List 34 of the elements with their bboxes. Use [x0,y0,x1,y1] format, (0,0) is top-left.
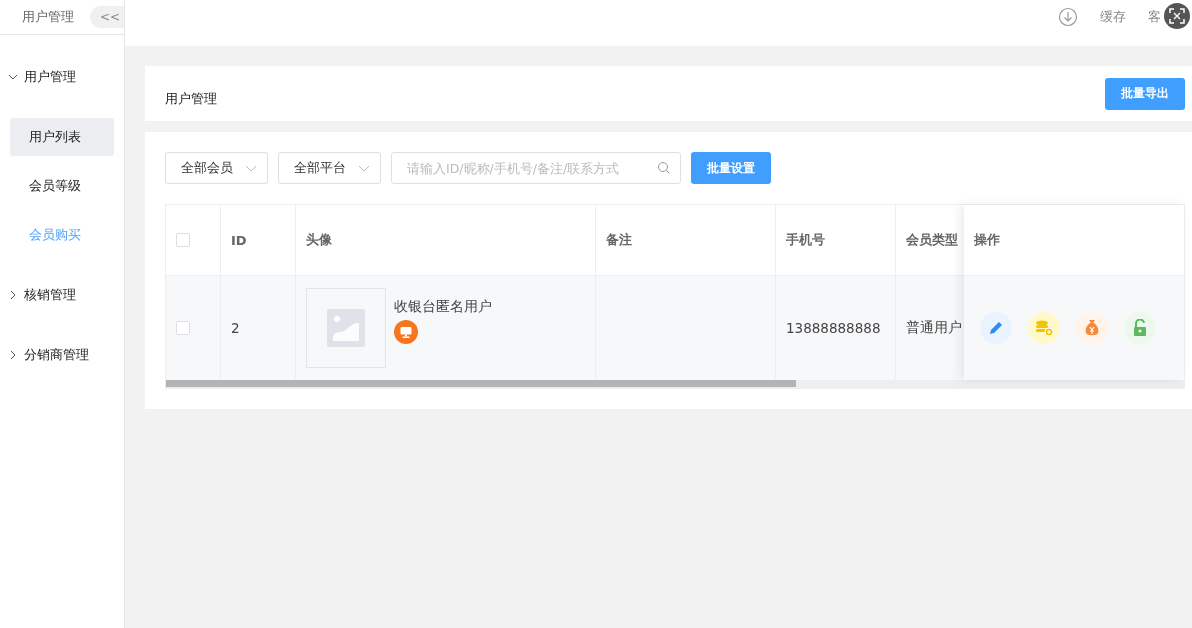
member-select[interactable]: 全部会员 [165,152,268,184]
search-icon [657,161,671,175]
platform-select[interactable]: 全部平台 [278,152,381,184]
chevron-right-icon [8,290,18,300]
unlock-icon [1131,319,1149,337]
image-icon [327,309,365,347]
select-all-checkbox[interactable] [176,233,190,247]
unlock-action-button[interactable] [1124,312,1156,344]
menu-item[interactable]: 会员等级 [10,167,114,205]
moneybag-action-button[interactable] [1076,312,1108,344]
table-cell: 2 [221,276,296,380]
top-link[interactable]: 缓存 [1100,8,1126,26]
table-cell: 13888888888 [776,276,896,380]
row-checkbox[interactable] [176,321,190,335]
edit-action-button[interactable] [980,312,1012,344]
download-icon[interactable] [1058,7,1078,27]
coins-action-button[interactable] [1028,312,1060,344]
search-field[interactable]: 请输入ID/昵称/手机号/备注/联系方式 [391,152,681,184]
chevron-down-icon [8,72,18,82]
sidebar-title: 用户管理 [22,8,74,26]
fullscreen-button[interactable] [1164,3,1190,29]
page-title: 用户管理 [165,89,217,108]
menu-group[interactable]: 用户管理 [0,47,124,107]
menu-group[interactable]: 分销商管理 [0,325,124,385]
scrollbar-thumb[interactable] [166,380,796,387]
monitor-badge-icon [394,320,418,344]
pencil-icon [987,319,1005,337]
menu-group[interactable]: 核销管理 [0,265,124,325]
menu-item[interactable]: 用户列表 [10,118,114,156]
top-link[interactable]: 客 [1148,8,1161,26]
coins-icon [1034,319,1054,337]
money-bag-icon [1083,319,1101,337]
chevron-right-icon [8,350,18,360]
nickname: 收银台匿名用户 [394,298,492,316]
